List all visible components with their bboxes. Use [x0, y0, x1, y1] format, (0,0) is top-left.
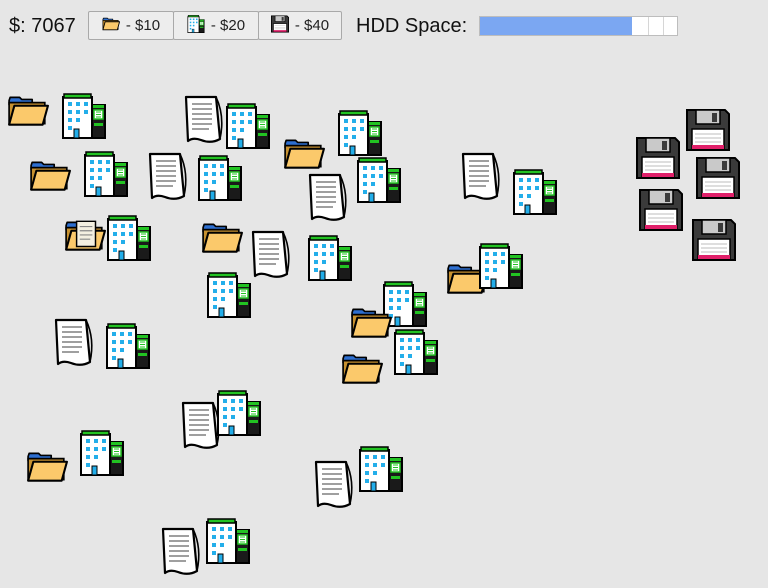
- document-icon[interactable]: [147, 151, 193, 201]
- building-icon[interactable]: [358, 446, 404, 492]
- building-icon[interactable]: [105, 323, 151, 369]
- building-icon[interactable]: [83, 151, 129, 197]
- building-icon[interactable]: [356, 157, 402, 203]
- document-icon[interactable]: [313, 459, 359, 509]
- building-icon[interactable]: [106, 215, 152, 261]
- scroll-icon[interactable]: [64, 219, 106, 253]
- folder-icon[interactable]: [7, 94, 49, 128]
- document-icon[interactable]: [53, 317, 99, 367]
- building-icon[interactable]: [205, 518, 251, 564]
- building-icon[interactable]: [61, 93, 107, 139]
- floppy-disk-icon[interactable]: [692, 219, 736, 261]
- folder-icon[interactable]: [350, 306, 392, 340]
- hdd-bar-divider: [663, 17, 664, 35]
- hdd-space-fill: [480, 17, 632, 35]
- buy-building-button[interactable]: - $20: [173, 11, 259, 40]
- folder-icon[interactable]: [201, 221, 243, 255]
- game-field[interactable]: [0, 52, 768, 588]
- document-icon[interactable]: [160, 526, 206, 576]
- document-icon[interactable]: [183, 94, 229, 144]
- folder-icon[interactable]: [341, 352, 383, 386]
- buy-folder-button[interactable]: - $10: [88, 11, 174, 40]
- document-icon[interactable]: [460, 151, 506, 201]
- building-icon[interactable]: [225, 103, 271, 149]
- hdd-space-label: HDD Space:: [356, 15, 468, 37]
- building-icon[interactable]: [512, 169, 558, 215]
- building-icon[interactable]: [197, 155, 243, 201]
- building-icon: [187, 15, 211, 37]
- floppy-disk-icon[interactable]: [636, 137, 680, 179]
- folder-icon[interactable]: [29, 159, 71, 193]
- hdd-space-bar: [479, 16, 678, 36]
- buy-folder-price: - $10: [125, 17, 161, 34]
- building-icon[interactable]: [307, 235, 353, 281]
- floppy-disk-icon[interactable]: [639, 189, 683, 231]
- folder-icon[interactable]: [26, 450, 68, 484]
- building-icon[interactable]: [79, 430, 125, 476]
- building-icon[interactable]: [478, 243, 524, 289]
- building-icon[interactable]: [393, 329, 439, 375]
- buy-floppy-button[interactable]: - $40: [258, 11, 342, 40]
- floppy-disk-icon: [271, 15, 295, 37]
- hdd-bar-divider: [648, 17, 649, 35]
- money-counter: $: 7067: [9, 15, 76, 37]
- folder-icon[interactable]: [283, 137, 325, 171]
- building-icon[interactable]: [337, 110, 383, 156]
- building-icon[interactable]: [206, 272, 252, 318]
- buy-floppy-price: - $40: [294, 17, 330, 34]
- building-icon[interactable]: [216, 390, 262, 436]
- folder-icon: [102, 15, 126, 37]
- document-icon[interactable]: [307, 172, 353, 222]
- floppy-disk-icon[interactable]: [686, 109, 730, 151]
- toolbar: $: 7067 - $10 - $20 - $40 HDD Space:: [0, 0, 768, 52]
- buy-building-price: - $20: [210, 17, 246, 34]
- floppy-disk-icon[interactable]: [696, 157, 740, 199]
- document-icon[interactable]: [250, 229, 296, 279]
